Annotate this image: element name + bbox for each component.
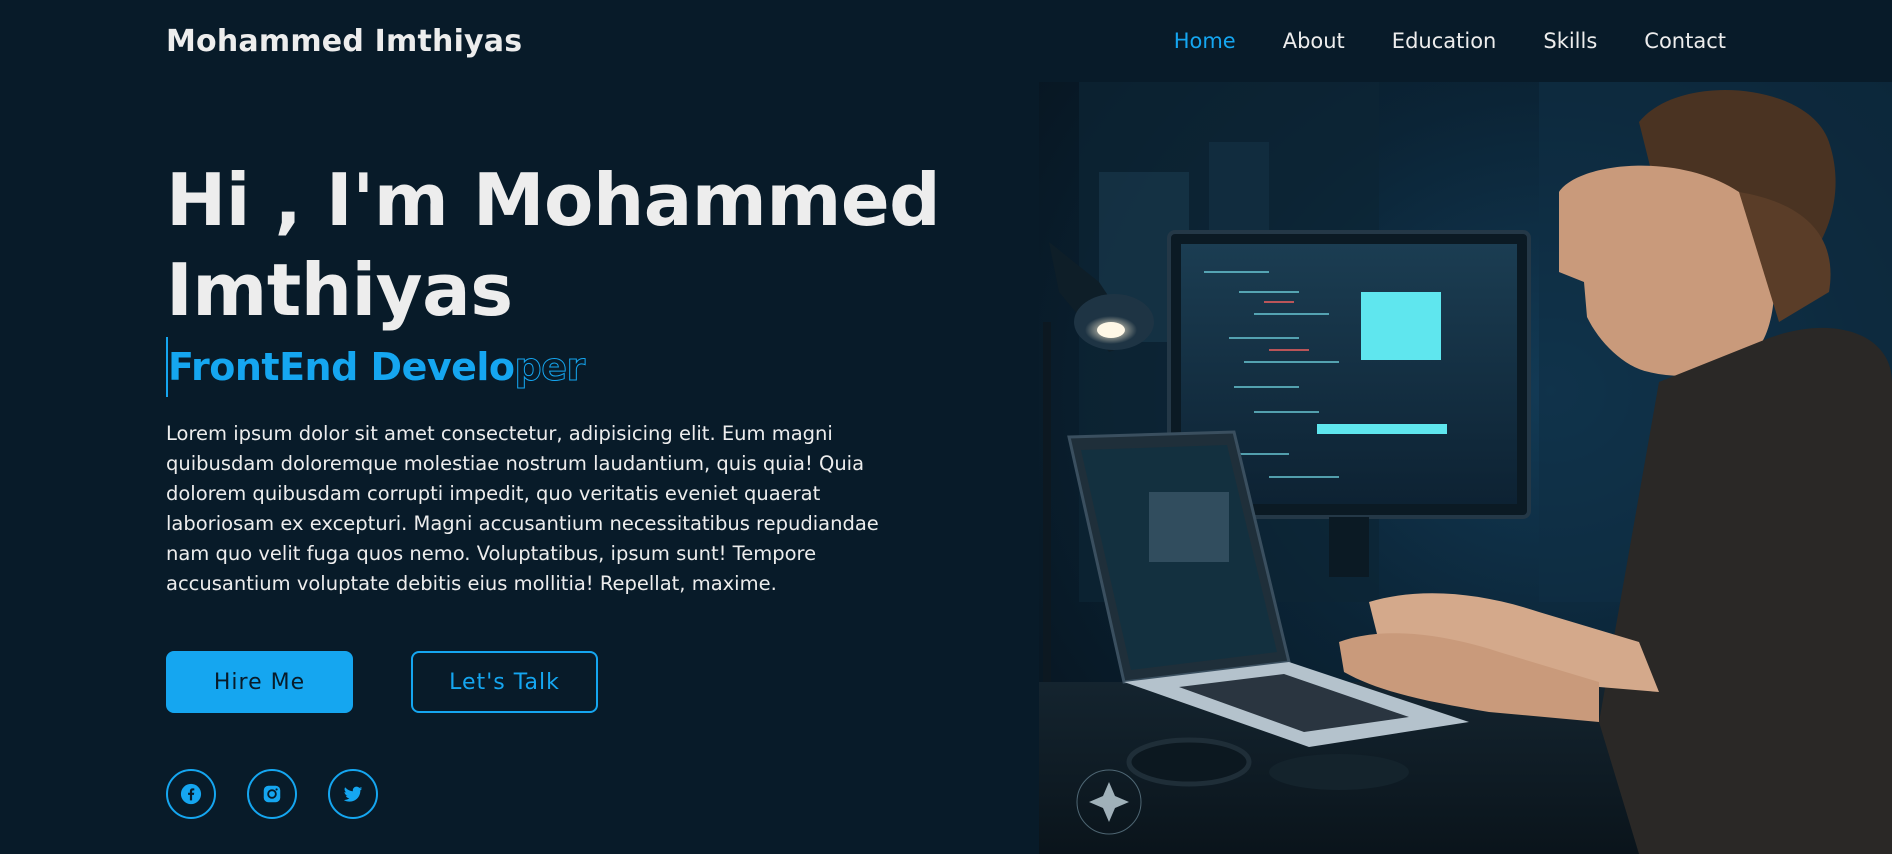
hero-description: Lorem ipsum dolor sit amet consectetur, … <box>166 422 879 595</box>
main-nav: Home About Education Skills Contact <box>1174 29 1726 53</box>
nav-about[interactable]: About <box>1283 29 1345 53</box>
nav-education[interactable]: Education <box>1392 29 1497 53</box>
role-typing-text: FrontEnd Developer <box>166 337 586 397</box>
nav-contact[interactable]: Contact <box>1644 29 1726 53</box>
twitter-icon[interactable] <box>328 769 378 819</box>
hire-me-button[interactable]: Hire Me <box>166 651 353 713</box>
instagram-icon[interactable] <box>247 769 297 819</box>
hero-title: Hi , I'm Mohammed Imthiyas <box>166 155 946 335</box>
hero-buttons: Hire Me Let's Talk <box>166 651 946 713</box>
site-logo[interactable]: Mohammed Imthiyas <box>166 24 522 59</box>
role-text-filled: FrontEnd Develo <box>168 345 515 389</box>
hero-title-line2: Imthiyas <box>166 248 513 332</box>
facebook-icon[interactable] <box>166 769 216 819</box>
site-header: Mohammed Imthiyas Home About Education S… <box>0 0 1892 82</box>
hero-section: Hi , I'm Mohammed Imthiyas FrontEnd Deve… <box>166 155 946 819</box>
nav-home[interactable]: Home <box>1174 29 1236 53</box>
developer-illustration <box>1039 82 1892 854</box>
social-links <box>166 769 946 819</box>
role-text-outline: per <box>514 345 586 390</box>
hero-image-developer-at-desk <box>1039 82 1892 854</box>
lets-talk-button[interactable]: Let's Talk <box>411 651 598 713</box>
hero-title-line1: Hi , I'm Mohammed <box>166 158 941 242</box>
nav-skills[interactable]: Skills <box>1543 29 1597 53</box>
